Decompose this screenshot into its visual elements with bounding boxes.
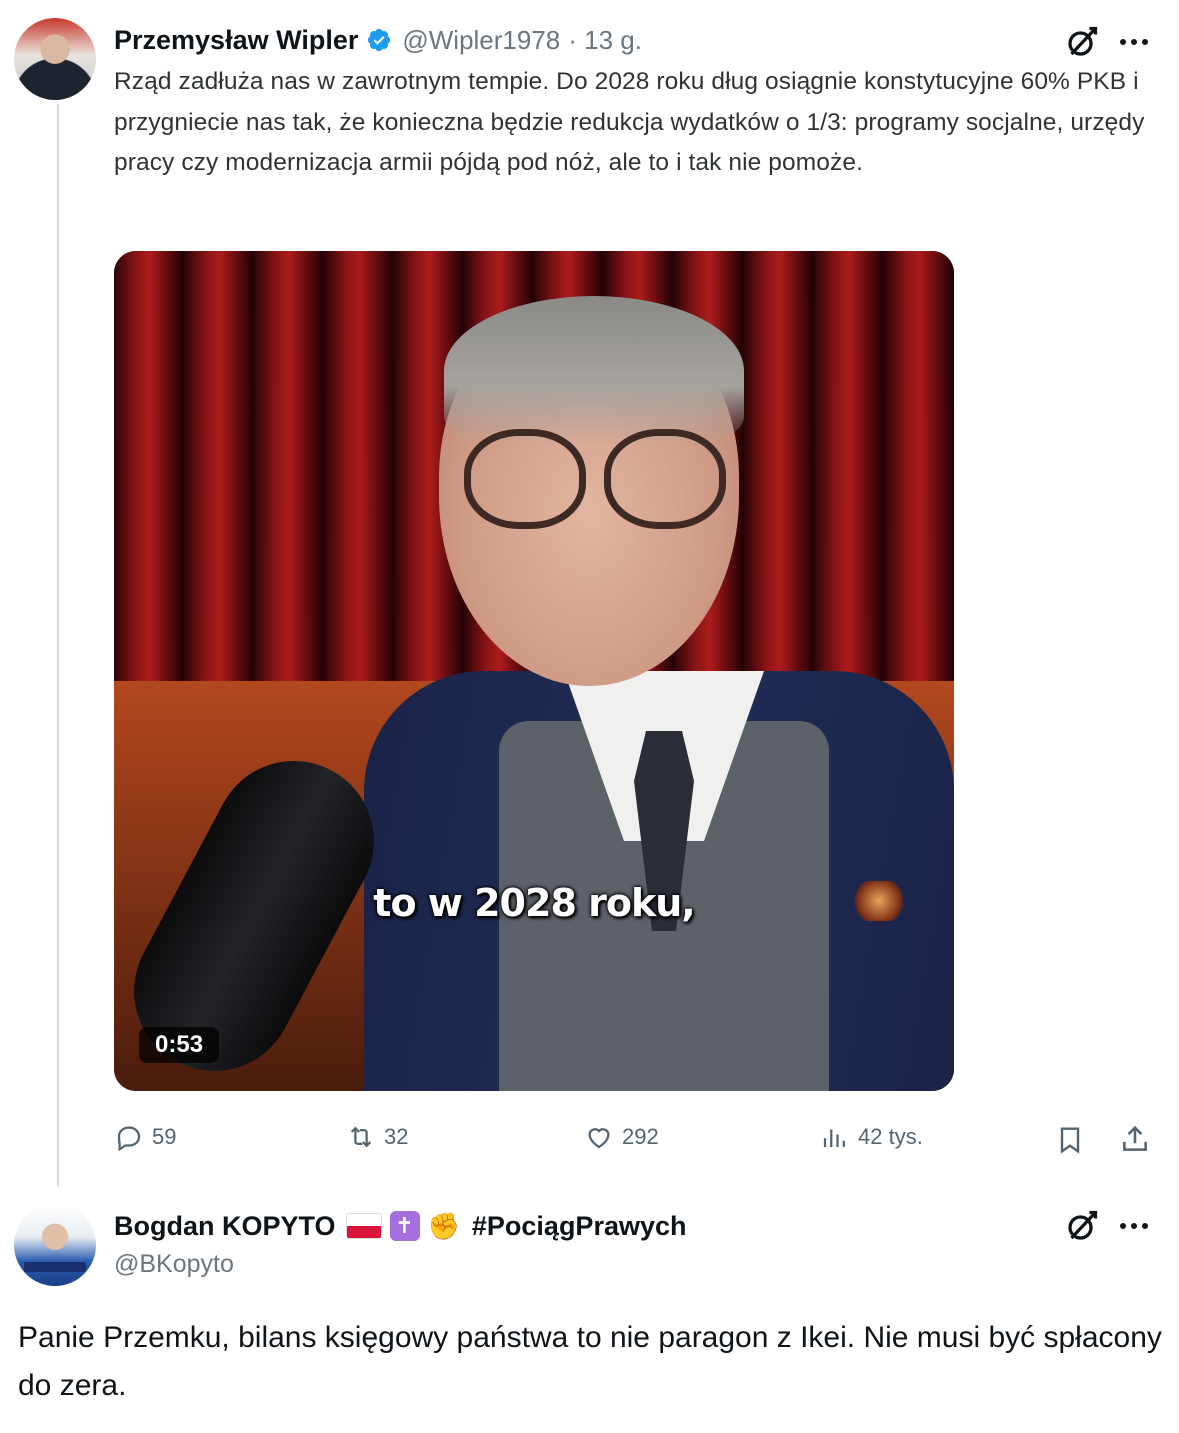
- bookmark-icon[interactable]: [1054, 1124, 1086, 1156]
- share-icon[interactable]: [1118, 1122, 1152, 1156]
- reply-icon: [117, 1126, 141, 1152]
- reply-count: 59: [152, 1124, 177, 1149]
- like-button[interactable]: 292: [584, 1122, 659, 1152]
- repost-count: 32: [384, 1124, 409, 1149]
- poland-flag-icon: [345, 1213, 382, 1239]
- tweet-text: Rząd zadłuża nas w zawrotnym tempie. Do …: [114, 68, 1145, 176]
- repost-button[interactable]: 32: [346, 1122, 408, 1152]
- thread-line: [57, 104, 59, 1186]
- more-icon[interactable]: [1116, 32, 1152, 52]
- like-icon: [588, 1128, 610, 1149]
- author-handle[interactable]: @Wipler1978: [402, 25, 560, 56]
- video-glasses-left: [464, 429, 586, 529]
- video-player[interactable]: to w 2028 roku, 0:53: [114, 251, 954, 1091]
- tweet-time[interactable]: · 13 g.: [568, 25, 642, 56]
- fist-emoji-icon: ✊: [427, 1210, 460, 1241]
- grok-icon[interactable]: [1064, 24, 1100, 60]
- views-button[interactable]: 42 tys.: [820, 1122, 923, 1152]
- tweet-actions: 59 32 292 42 tys.: [114, 1118, 1159, 1160]
- reply-button[interactable]: 59: [114, 1122, 176, 1152]
- reply-text: Panie Przemku, bilans księgowy państwa t…: [18, 1321, 1162, 1402]
- reply-author-handle[interactable]: @BKopyto: [114, 1250, 234, 1279]
- reply-hashtag[interactable]: #PociągPrawych: [472, 1211, 687, 1242]
- views-icon: [823, 1129, 845, 1147]
- reply-author-name[interactable]: Bogdan KOPYTO: [114, 1211, 336, 1242]
- reply-header: Bogdan KOPYTO ✝ ✊ #PociągPrawych: [114, 1206, 687, 1246]
- video-person-hair: [444, 296, 744, 446]
- tweet-header: Przemysław Wipler @Wipler1978 · 13 g.: [114, 20, 642, 60]
- like-count: 292: [622, 1124, 659, 1149]
- cross-emoji-icon: ✝: [389, 1211, 420, 1241]
- more-icon[interactable]: [1116, 1216, 1152, 1236]
- reply-author-avatar[interactable]: [14, 1204, 96, 1286]
- video-duration: 0:53: [139, 1027, 220, 1063]
- views-count: 42 tys.: [858, 1124, 923, 1149]
- author-avatar[interactable]: [14, 18, 96, 100]
- grok-icon[interactable]: [1064, 1208, 1100, 1244]
- author-name[interactable]: Przemysław Wipler: [114, 25, 358, 56]
- video-glasses-right: [604, 429, 726, 529]
- repost-icon: [350, 1126, 372, 1148]
- verified-badge-icon: [368, 28, 391, 52]
- video-caption: to w 2028 roku,: [373, 881, 695, 925]
